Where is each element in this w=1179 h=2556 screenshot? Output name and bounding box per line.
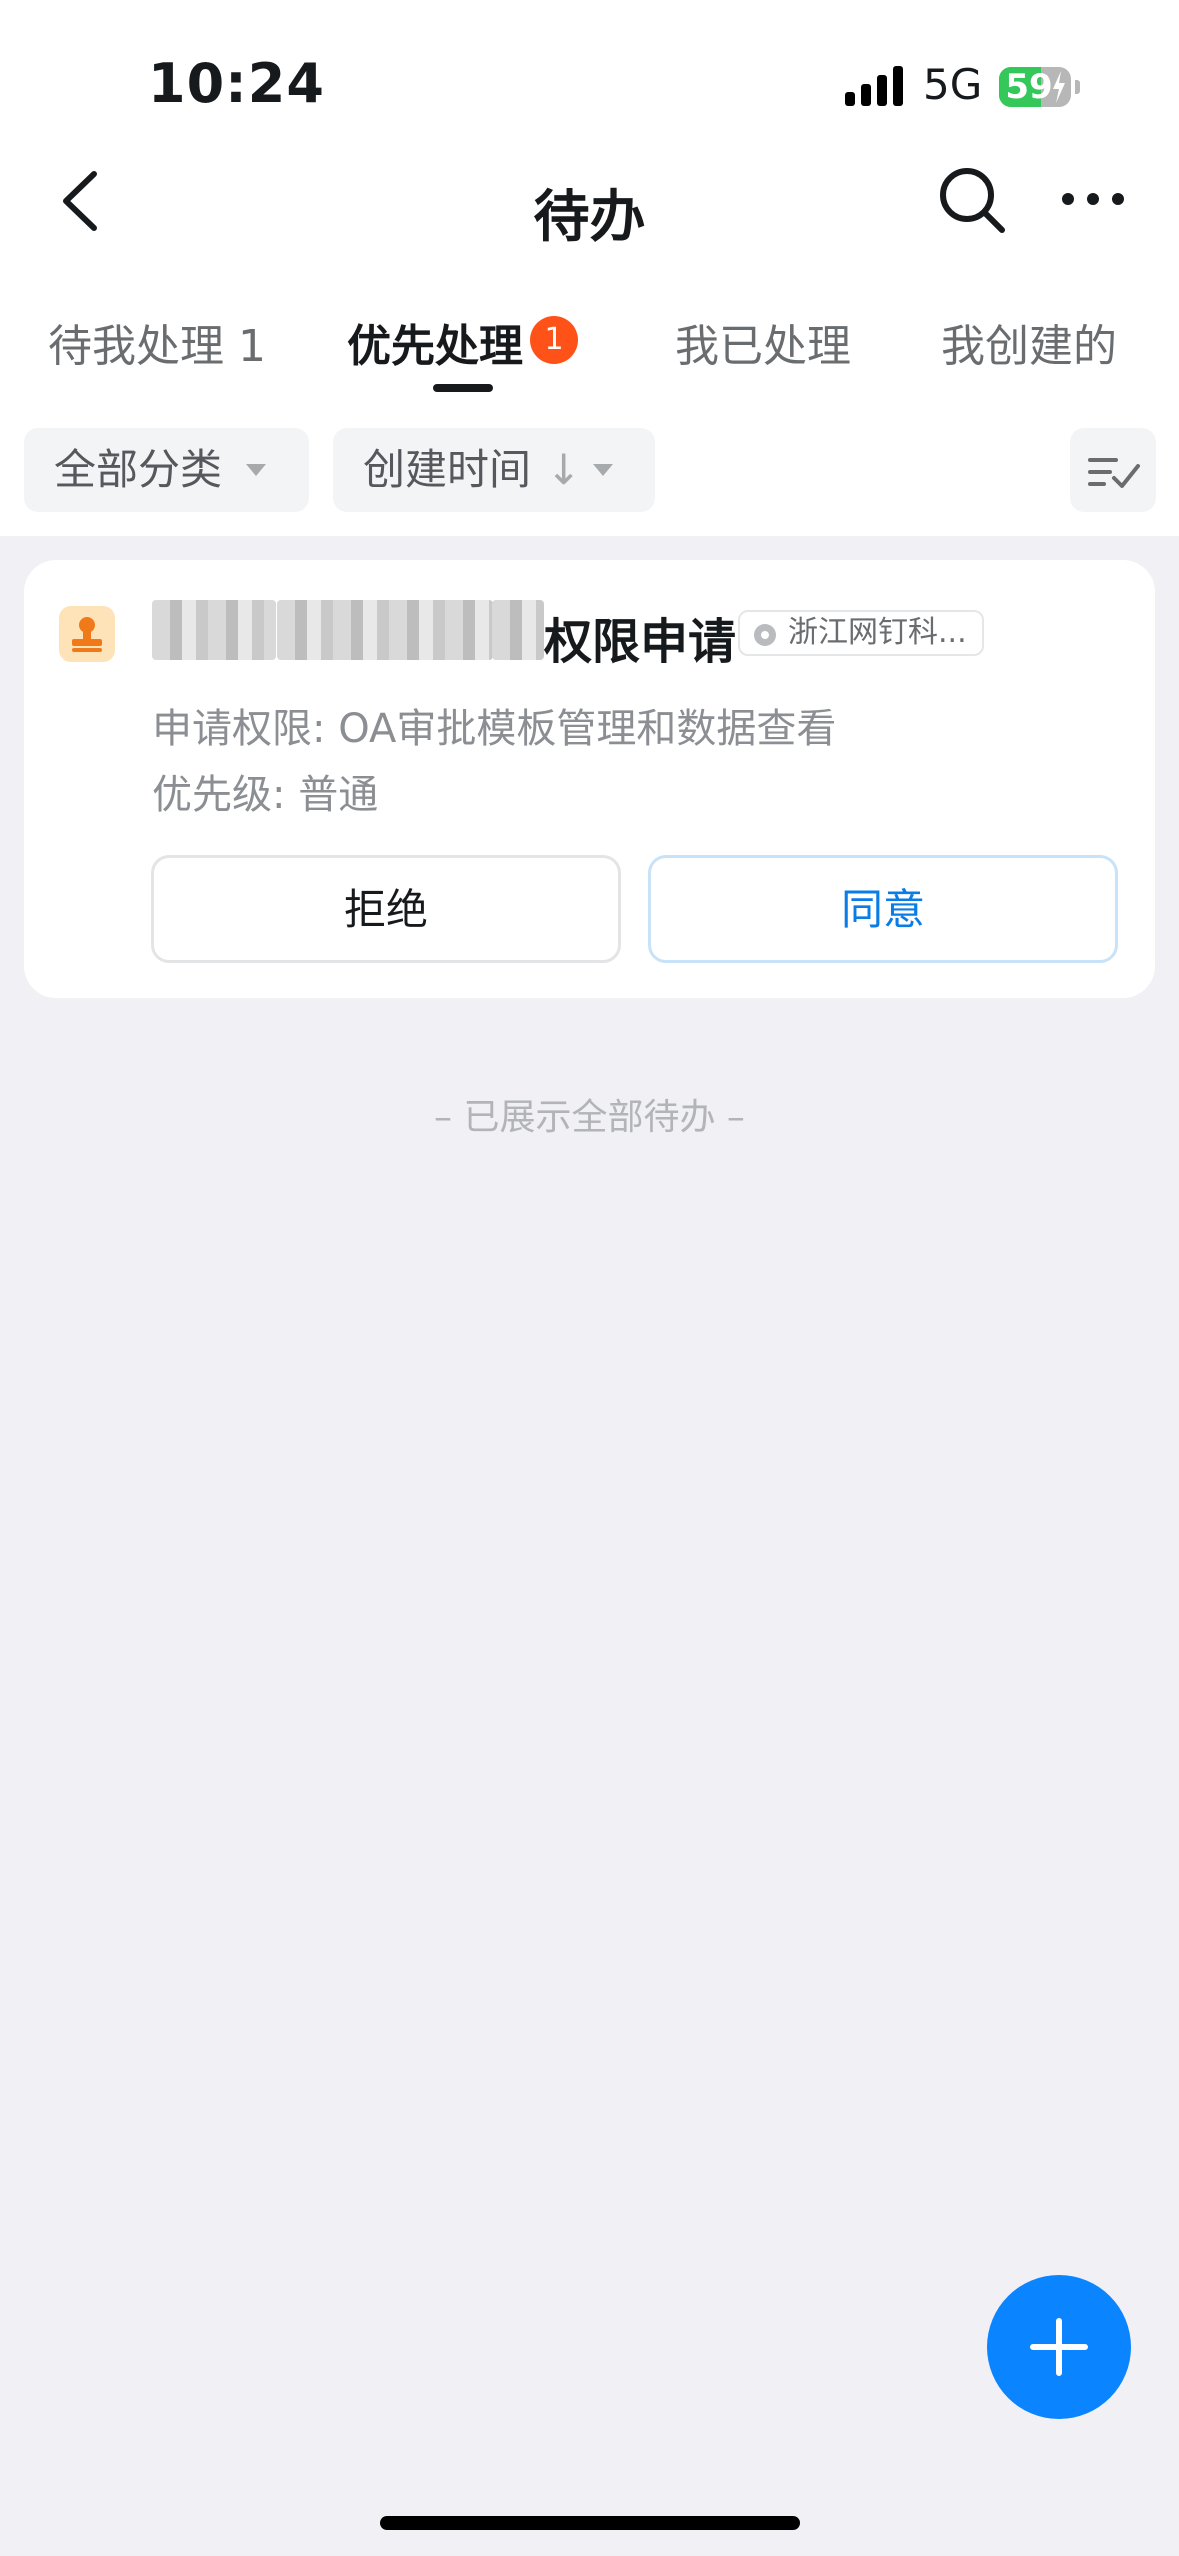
active-tab-indicator	[433, 384, 493, 392]
charging-bolt-icon	[1053, 71, 1065, 103]
tab-processed[interactable]: 我已处理	[675, 310, 851, 374]
verified-gear-icon	[754, 624, 776, 646]
reject-button[interactable]: 拒绝	[151, 855, 621, 963]
tab-created[interactable]: 我创建的	[941, 310, 1117, 374]
add-todo-button[interactable]	[987, 2275, 1131, 2419]
chevron-down-icon	[593, 464, 613, 476]
tab-priority-badge: 1	[530, 316, 578, 364]
sort-arrow-icon: ↓	[546, 445, 582, 494]
permission-line: 申请权限: OA审批模板管理和数据查看	[152, 706, 837, 752]
org-name: 浙江网钉科...	[788, 615, 967, 650]
sort-check-button[interactable]	[1070, 428, 1156, 512]
battery-nub	[1075, 80, 1080, 94]
network-type: 5G	[923, 60, 983, 109]
category-filter[interactable]: 全部分类	[24, 428, 309, 512]
redacted-name	[152, 600, 276, 660]
search-icon[interactable]	[936, 164, 1008, 236]
priority-line: 优先级: 普通	[152, 772, 379, 818]
chevron-down-icon	[246, 464, 266, 476]
status-time: 10:24	[148, 52, 325, 115]
org-tag: 浙江网钉科...	[738, 610, 984, 656]
plus-icon	[1030, 2318, 1088, 2376]
redacted-department	[277, 600, 493, 660]
cellular-signal-icon	[845, 66, 903, 106]
sort-filter[interactable]: 创建时间 ↓	[333, 428, 655, 512]
battery-icon: 59	[999, 67, 1071, 107]
all-shown-note: – 已展示全部待办 –	[434, 1097, 745, 1138]
home-indicator[interactable]	[380, 2516, 800, 2530]
sort-filter-label: 创建时间	[363, 445, 532, 494]
card-title: 权限申请	[544, 614, 737, 670]
category-filter-label: 全部分类	[54, 445, 223, 494]
redacted-prefix	[492, 600, 544, 660]
sort-check-icon	[1088, 458, 1140, 488]
battery-percent: 59	[1005, 67, 1053, 107]
more-icon[interactable]	[1060, 184, 1126, 214]
tab-pending[interactable]: 待我处理 1	[48, 310, 266, 374]
agree-button[interactable]: 同意	[648, 855, 1118, 963]
stamp-icon	[59, 606, 115, 662]
todo-card[interactable]: 权限申请 浙江网钉科... 申请权限: OA审批模板管理和数据查看 优先级: 普…	[24, 560, 1155, 998]
tab-priority[interactable]: 优先处理	[347, 310, 523, 374]
